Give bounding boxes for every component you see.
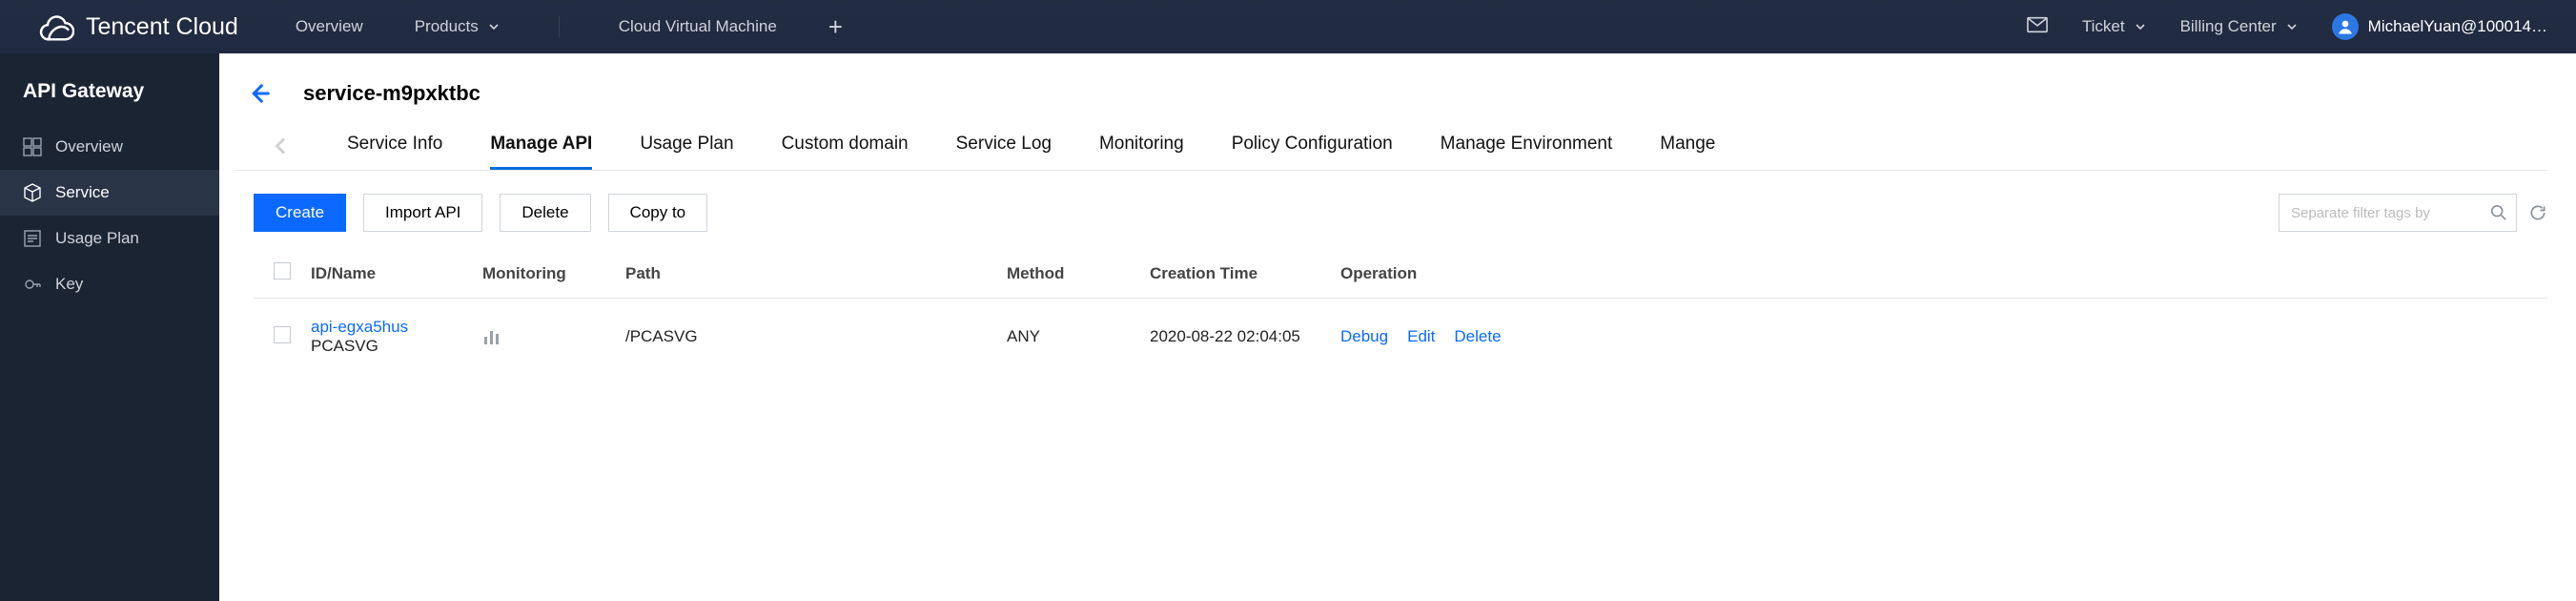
tab-usage-plan[interactable]: Usage Plan [640, 122, 733, 170]
sidebar-item-label: Service [55, 183, 110, 202]
tab-service-log[interactable]: Service Log [956, 122, 1052, 170]
sidebar-item-overview[interactable]: Overview [0, 124, 219, 170]
chevron-down-icon [2135, 21, 2146, 32]
tab-label: Service Log [956, 134, 1052, 154]
cell-op: Debug Edit Delete [1340, 299, 2547, 376]
nav-overview[interactable]: Overview [296, 17, 363, 36]
tab-manage-environment[interactable]: Manage Environment [1441, 122, 1613, 170]
tab-policy-configuration[interactable]: Policy Configuration [1232, 122, 1393, 170]
table-header-row: ID/Name Monitoring Path Method Creation … [254, 253, 2547, 299]
list-icon [23, 229, 42, 248]
api-name: PCASVG [311, 337, 482, 356]
table-row: api-egxa5hus PCASVG /PCASVG ANY 2020-08-… [254, 299, 2547, 376]
col-ctime: Creation Time [1150, 253, 1340, 299]
op-edit[interactable]: Edit [1407, 327, 1435, 346]
main: service-m9pxktbc Service Info Manage API… [219, 53, 2576, 601]
api-id-link[interactable]: api-egxa5hus [311, 318, 482, 337]
delete-button[interactable]: Delete [500, 194, 590, 232]
search-icon[interactable] [2490, 204, 2507, 221]
nav-ticket-label: Ticket [2082, 17, 2125, 36]
nav-products[interactable]: Products [415, 17, 500, 36]
nav-products-label: Products [415, 17, 479, 36]
bars-icon[interactable] [482, 327, 625, 346]
tab-manage-api[interactable]: Manage API [490, 122, 592, 170]
toolbar-search [2279, 194, 2547, 232]
grid-icon [23, 137, 42, 156]
nav-user-label: MichaelYuan@100014… [2368, 17, 2547, 36]
tab-label: Manage Environment [1441, 134, 1613, 154]
tab-label: Monitoring [1099, 134, 1184, 154]
nav-user[interactable]: MichaelYuan@100014… [2332, 13, 2547, 40]
tab-service-info[interactable]: Service Info [347, 122, 442, 170]
sidebar-item-label: Usage Plan [55, 229, 139, 248]
sidebar-item-service[interactable]: Service [0, 170, 219, 216]
cell-ctime: 2020-08-22 02:04:05 [1150, 299, 1340, 376]
col-op: Operation [1340, 253, 2547, 299]
toolbar: Create Import API Delete Copy to [254, 194, 2547, 253]
tab-label: Custom domain [782, 134, 909, 154]
refresh-icon[interactable] [2528, 203, 2547, 222]
copy-to-button[interactable]: Copy to [608, 194, 708, 232]
tab-label: Mange [1660, 134, 1715, 154]
page-title: service-m9pxktbc [303, 81, 480, 106]
sidebar: API Gateway Overview Service Usage Plan … [0, 53, 219, 601]
search-input[interactable] [2291, 205, 2481, 221]
topnav: Overview Products Cloud Virtual Machine … [296, 14, 843, 39]
brand-text: Tencent Cloud [86, 13, 238, 41]
tab-overflow[interactable]: Mange [1660, 122, 1715, 170]
back-arrow-button[interactable] [246, 80, 273, 107]
row-checkbox[interactable] [274, 326, 291, 343]
tab-label: Service Info [347, 134, 442, 154]
sidebar-item-usage-plan[interactable]: Usage Plan [0, 216, 219, 261]
nav-overview-label: Overview [296, 17, 363, 36]
nav-billing[interactable]: Billing Center [2180, 17, 2298, 36]
col-path: Path [625, 253, 1007, 299]
topnav-right: Ticket Billing Center MichaelYuan@100014… [2027, 13, 2547, 40]
nav-billing-label: Billing Center [2180, 17, 2277, 36]
op-debug[interactable]: Debug [1340, 327, 1388, 346]
nav-cvm-label: Cloud Virtual Machine [619, 17, 777, 36]
create-button[interactable]: Create [254, 194, 346, 232]
cell-id: api-egxa5hus PCASVG [311, 299, 482, 376]
chevron-down-icon [488, 21, 500, 32]
api-table: ID/Name Monitoring Path Method Creation … [254, 253, 2547, 375]
key-icon [23, 275, 42, 294]
tab-label: Usage Plan [640, 134, 733, 154]
cell-path: /PCASVG [625, 299, 1007, 376]
nav-divider [559, 16, 560, 37]
select-all-checkbox[interactable] [274, 262, 291, 280]
brand[interactable]: Tencent Cloud [38, 9, 238, 45]
cube-icon [23, 183, 42, 202]
tab-label: Manage API [490, 134, 592, 154]
mail-icon[interactable] [2027, 16, 2048, 38]
col-method: Method [1007, 253, 1150, 299]
nav-add-button[interactable]: + [828, 14, 843, 39]
search-input-wrapper[interactable] [2279, 194, 2517, 232]
cloud-logo-icon [38, 9, 74, 45]
tabs: Service Info Manage API Usage Plan Custo… [235, 122, 2547, 171]
col-monitoring: Monitoring [482, 253, 625, 299]
import-api-button[interactable]: Import API [363, 194, 482, 232]
cell-method: ANY [1007, 299, 1150, 376]
page-header: service-m9pxktbc [235, 73, 2547, 118]
chevron-down-icon [2286, 21, 2298, 32]
cell-monitoring [482, 299, 625, 376]
nav-cvm[interactable]: Cloud Virtual Machine [619, 17, 777, 36]
topbar: Tencent Cloud Overview Products Cloud Vi… [0, 0, 2576, 53]
sidebar-item-label: Key [55, 275, 83, 294]
col-id: ID/Name [311, 253, 482, 299]
tab-monitoring[interactable]: Monitoring [1099, 122, 1184, 170]
tabs-scroll-left[interactable] [273, 137, 299, 155]
content-panel: Create Import API Delete Copy to [254, 194, 2547, 375]
sidebar-item-label: Overview [55, 137, 123, 156]
sidebar-title: API Gateway [0, 80, 219, 124]
nav-ticket[interactable]: Ticket [2082, 17, 2146, 36]
tab-label: Policy Configuration [1232, 134, 1393, 154]
op-delete[interactable]: Delete [1454, 327, 1501, 346]
sidebar-item-key[interactable]: Key [0, 261, 219, 307]
avatar-icon [2332, 13, 2359, 40]
tab-custom-domain[interactable]: Custom domain [782, 122, 909, 170]
